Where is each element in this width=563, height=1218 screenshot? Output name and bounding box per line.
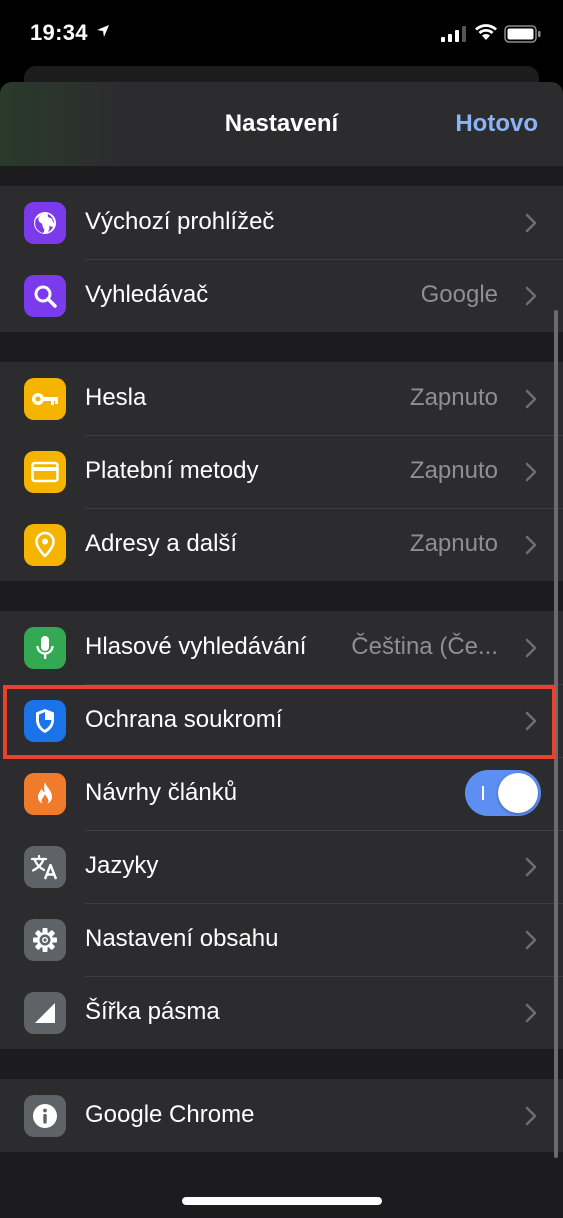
chevron-right-icon [525,1106,537,1126]
done-button[interactable]: Hotovo [455,110,538,138]
settings-row-content-settings[interactable]: Nastavení obsahu [0,903,563,976]
cellular-signal-icon [441,26,466,42]
chevron-right-icon [525,462,537,482]
settings-row-bandwidth[interactable]: Šířka pásma [0,976,563,1049]
chevron-right-icon [525,389,537,409]
settings-group: Hlasové vyhledávání Čeština (Če... Ochra… [0,611,563,1049]
row-label: Návrhy článků [85,779,238,806]
settings-row-payment-methods[interactable]: Platební metody Zapnuto [0,435,563,508]
settings-row-addresses[interactable]: Adresy a další Zapnuto [0,508,563,581]
location-arrow-icon [97,25,109,37]
settings-row-voice-search[interactable]: Hlasové vyhledávání Čeština (Če... [0,611,563,684]
battery-icon [504,25,541,43]
settings-row-languages[interactable]: Jazyky [0,830,563,903]
row-label: Google Chrome [85,1101,255,1128]
settings-row-passwords[interactable]: Hesla Zapnuto [0,362,563,435]
settings-group: Google Chrome [0,1079,563,1152]
status-bar: 19:34 [0,0,563,66]
signal-bars-icon [24,992,66,1034]
row-label: Nastavení obsahu [85,925,279,952]
search-icon [24,275,66,317]
credit-card-icon [24,451,66,493]
settings-group: Hesla Zapnuto Platební metody Zapnuto Ad… [0,362,563,581]
chevron-right-icon [525,638,537,658]
settings-row-google-chrome[interactable]: Google Chrome [0,1079,563,1152]
info-icon [24,1095,66,1137]
settings-row-search-engine[interactable]: Vyhledávač Google [0,259,563,332]
gear-icon [24,919,66,961]
wifi-icon [475,24,497,40]
row-label: Hesla [85,384,147,411]
row-label: Vyhledávač [85,281,209,308]
settings-row-default-browser[interactable]: Výchozí prohlížeč [0,186,563,259]
row-label: Hlasové vyhledávání [85,633,307,660]
sheet-header: Nastavení Hotovo [0,82,563,166]
row-value: Google [420,281,498,308]
settings-row-article-suggestions[interactable]: Návrhy článků [0,757,563,830]
row-label: Adresy a další [85,530,238,557]
status-time: 19:34 [30,20,88,45]
home-indicator [182,1197,382,1205]
chevron-right-icon [525,286,537,306]
location-pin-icon [24,524,66,566]
row-value: Zapnuto [409,457,498,484]
chevron-right-icon [525,535,537,555]
translate-icon [24,846,66,888]
chevron-right-icon [525,930,537,950]
chevron-right-icon [525,213,537,233]
key-icon [24,378,66,420]
row-label: Šířka pásma [85,998,220,1025]
settings-group: Výchozí prohlížeč Vyhledávač Google [0,186,563,332]
chevron-right-icon [525,857,537,877]
row-label: Výchozí prohlížeč [85,208,275,235]
chevron-right-icon [525,1003,537,1023]
article-suggestions-toggle[interactable] [465,770,541,816]
row-value: Zapnuto [409,530,498,557]
row-label: Jazyky [85,852,159,879]
microphone-icon [24,627,66,669]
row-label: Platební metody [85,457,259,484]
settings-sheet: Nastavení Hotovo Výchozí prohlížeč Vyhle… [0,82,563,1218]
globe-icon [24,202,66,244]
fire-icon [24,773,66,815]
row-value: Zapnuto [409,384,498,411]
row-value: Čeština (Če... [351,633,498,660]
highlight-box [3,685,556,759]
